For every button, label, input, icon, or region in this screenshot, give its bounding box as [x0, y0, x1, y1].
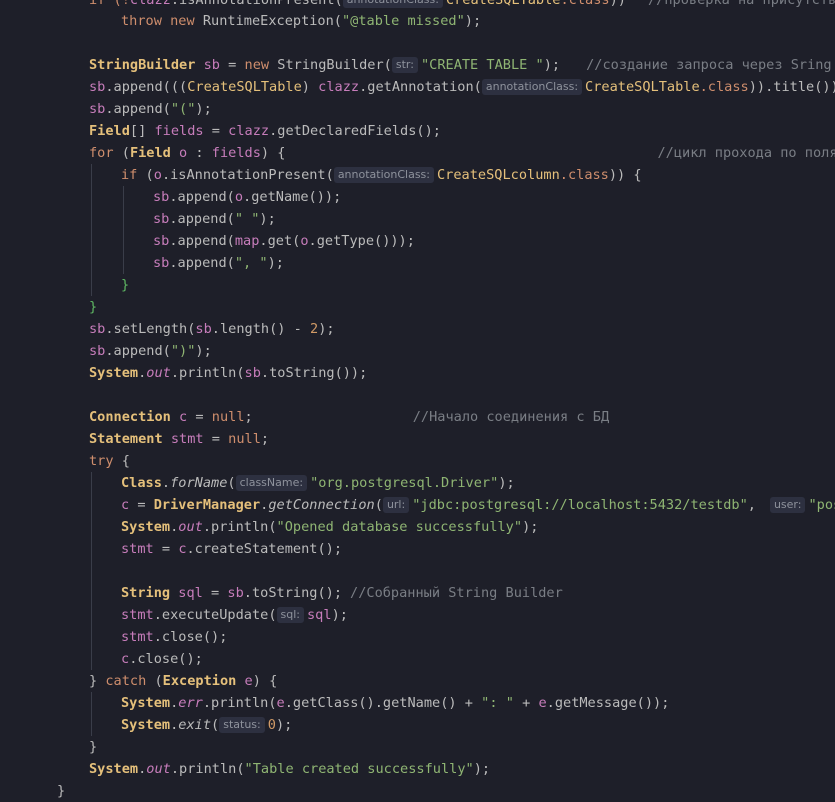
code-line: c = DriverManager.getConnection(url: "jdb… — [121, 497, 835, 513]
code-line: System.out.println(sb.toString()); — [89, 365, 368, 381]
code-line: c.close(); — [121, 651, 203, 667]
code-line: System.exit(status: 0); — [121, 717, 293, 733]
code-line: String sql = sb.toString();//Собранный S… — [121, 585, 563, 601]
code-line: for (Field o : fields) {//цикл прохода п… — [89, 145, 835, 161]
code-line: sb.append("("); — [89, 101, 212, 117]
parameter-hint: sql: — [276, 607, 304, 623]
code-line: } — [89, 739, 98, 755]
code-line: if (o.isAnnotationPresent(annotationClas… — [121, 167, 642, 183]
code-line: sb.append(o.getName()); — [153, 189, 342, 205]
code-line: stmt.executeUpdate(sql: sql); — [121, 607, 348, 623]
indent-guide — [91, 472, 92, 670]
code-line: stmt = c.createStatement(); — [121, 541, 342, 557]
parameter-hint: annotationClass: — [481, 79, 583, 95]
code-line: sb.setLength(sb.length() - 2); — [89, 321, 335, 337]
indent-guide — [123, 186, 124, 274]
code-line: } — [121, 277, 130, 293]
parameter-hint: annotationClass: — [333, 167, 434, 183]
parameter-hint: annotationClass: — [342, 0, 443, 8]
indent-guide — [91, 692, 92, 736]
parameter-hint: url: — [382, 497, 410, 513]
code-line: } — [57, 783, 66, 799]
indent-guide — [91, 164, 92, 296]
code-line: sb.append(")"); — [89, 343, 212, 359]
code-editor[interactable]: if (!clazz.isAnnotationPresent(annotatio… — [0, 0, 835, 799]
code-line: Connection c = null;//Начало соединения … — [89, 409, 610, 425]
code-line: sb.append(((CreateSQLTable) clazz.getAnn… — [89, 79, 835, 95]
code-line: sb.append(" "); — [153, 211, 276, 227]
code-line: System.out.println("Table created succes… — [89, 761, 491, 777]
code-line: StringBuilder sb = new StringBuilder(str… — [89, 57, 835, 73]
code-line: sb.append(", "); — [153, 255, 284, 271]
code-line: throw new RuntimeException("@table misse… — [121, 13, 482, 29]
parameter-hint: user: — [769, 497, 806, 513]
parameter-hint: className: — [235, 475, 308, 491]
parameter-hint: status: — [219, 717, 265, 733]
code-line: System.out.println("Opened database succ… — [121, 519, 539, 535]
code-line: } catch (Exception e) { — [89, 673, 278, 689]
code-line: stmt.close(); — [121, 629, 228, 645]
code-line: try { — [89, 453, 130, 469]
code-line: Class.forName(className: "org.postgresql.… — [121, 475, 515, 491]
parameter-hint: str: — [391, 57, 418, 73]
code-line: System.err.println(e.getClass().getName(… — [121, 695, 670, 711]
code-line: } — [89, 299, 98, 315]
code-line: Statement stmt = null; — [89, 431, 270, 447]
code-line: sb.append(map.get(o.getType())); — [153, 233, 415, 249]
code-line: Field[] fields = clazz.getDeclaredFields… — [89, 123, 441, 139]
